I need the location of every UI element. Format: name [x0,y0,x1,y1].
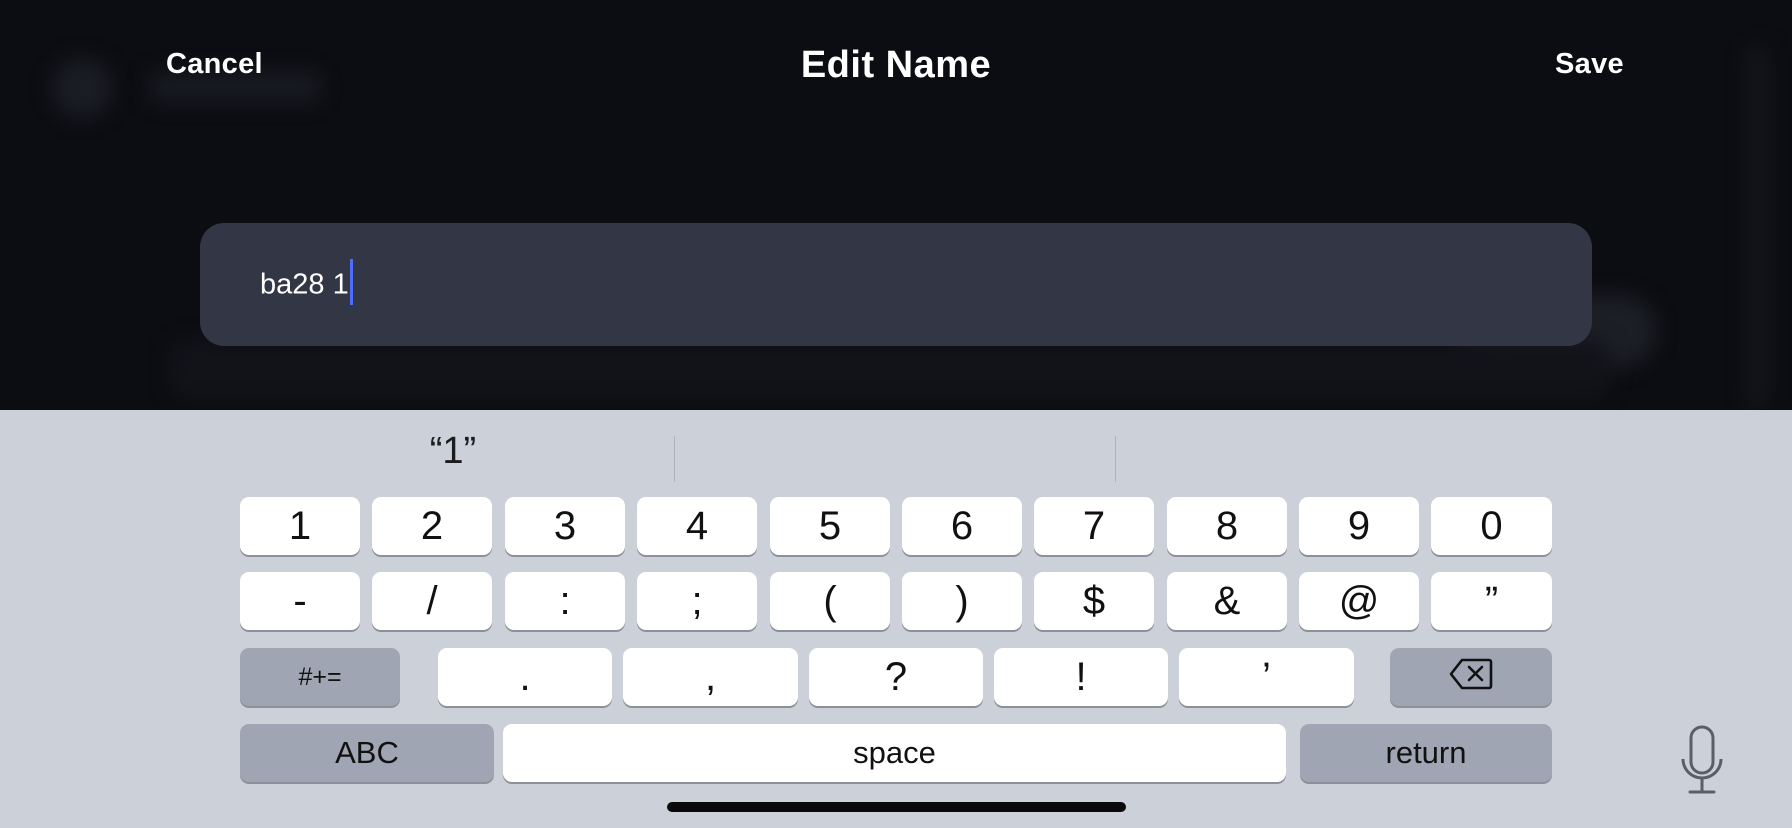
key-label: ? [884,654,908,699]
key-label: #+= [298,662,342,691]
key-4[interactable]: 4 [637,497,757,555]
key-exclamation[interactable]: ! [994,648,1168,706]
key-7[interactable]: 7 [1034,497,1154,555]
key-question[interactable]: ? [809,648,983,706]
key-slash[interactable]: / [372,572,492,630]
key-close-paren[interactable]: ) [902,572,1022,630]
key-label: ! [1075,654,1087,699]
key-comma[interactable]: , [623,648,798,706]
on-screen-keyboard: “1” 1 2 3 4 5 6 7 8 9 0 - / : ; ( ) $ & … [0,410,1792,828]
key-dollar[interactable]: $ [1034,572,1154,630]
key-label: : [559,578,571,623]
key-9[interactable]: 9 [1299,497,1419,555]
suggestion-divider [674,436,675,482]
modal-header: Cancel Edit Name Save [0,0,1792,140]
key-label: , [704,654,717,699]
key-semicolon[interactable]: ; [637,572,757,630]
symbols-toggle-key[interactable]: #+= [240,648,400,706]
key-quote[interactable]: ” [1431,572,1552,630]
key-label: ( [823,578,837,623]
key-5[interactable]: 5 [770,497,890,555]
key-label: ; [691,578,703,623]
page-title: Edit Name [800,44,992,86]
key-period[interactable]: . [438,648,612,706]
key-3[interactable]: 3 [505,497,625,555]
key-label: 8 [1215,503,1239,548]
text-caret [349,259,353,305]
key-label: ) [955,578,969,623]
suggestion-divider [1115,436,1116,482]
save-button[interactable]: Save [1555,48,1624,81]
key-label: ” [1484,578,1499,623]
key-label: - [293,578,307,623]
key-open-paren[interactable]: ( [770,572,890,630]
key-label: 6 [950,503,974,548]
key-hyphen[interactable]: - [240,572,360,630]
abc-key[interactable]: ABC [240,724,494,782]
backspace-icon [1449,655,1493,700]
key-apostrophe[interactable]: ’ [1179,648,1354,706]
key-label: 4 [685,503,709,548]
key-0[interactable]: 0 [1431,497,1552,555]
key-2[interactable]: 2 [372,497,492,555]
key-label: return [1385,735,1467,770]
key-label: 3 [553,503,577,548]
key-label: ABC [335,735,399,770]
key-label: & [1213,578,1241,623]
key-6[interactable]: 6 [902,497,1022,555]
key-label: 2 [420,503,444,548]
name-input[interactable]: ba28 1 [200,223,1592,346]
key-8[interactable]: 8 [1167,497,1287,555]
key-label: space [853,735,936,770]
backspace-key[interactable] [1390,648,1552,706]
key-label: 0 [1480,503,1503,548]
name-input-value: ba28 1 [260,259,353,305]
key-label: @ [1338,578,1380,623]
key-label: . [519,654,531,699]
key-label: / [426,578,438,623]
name-input-text: ba28 1 [260,268,349,301]
key-label: 1 [288,503,312,548]
key-at[interactable]: @ [1299,572,1419,630]
key-1[interactable]: 1 [240,497,360,555]
key-label: ’ [1262,654,1271,699]
home-indicator[interactable] [667,802,1126,812]
microphone-icon[interactable] [1680,725,1724,809]
key-label: 5 [818,503,842,548]
key-label: $ [1082,578,1106,623]
key-ampersand[interactable]: & [1167,572,1287,630]
blurred-card [170,340,1610,400]
key-colon[interactable]: : [505,572,625,630]
return-key[interactable]: return [1300,724,1552,782]
key-label: 7 [1082,503,1106,548]
suggestion-1[interactable]: “1” [233,430,673,473]
key-label: 9 [1347,503,1371,548]
space-key[interactable]: space [503,724,1286,782]
